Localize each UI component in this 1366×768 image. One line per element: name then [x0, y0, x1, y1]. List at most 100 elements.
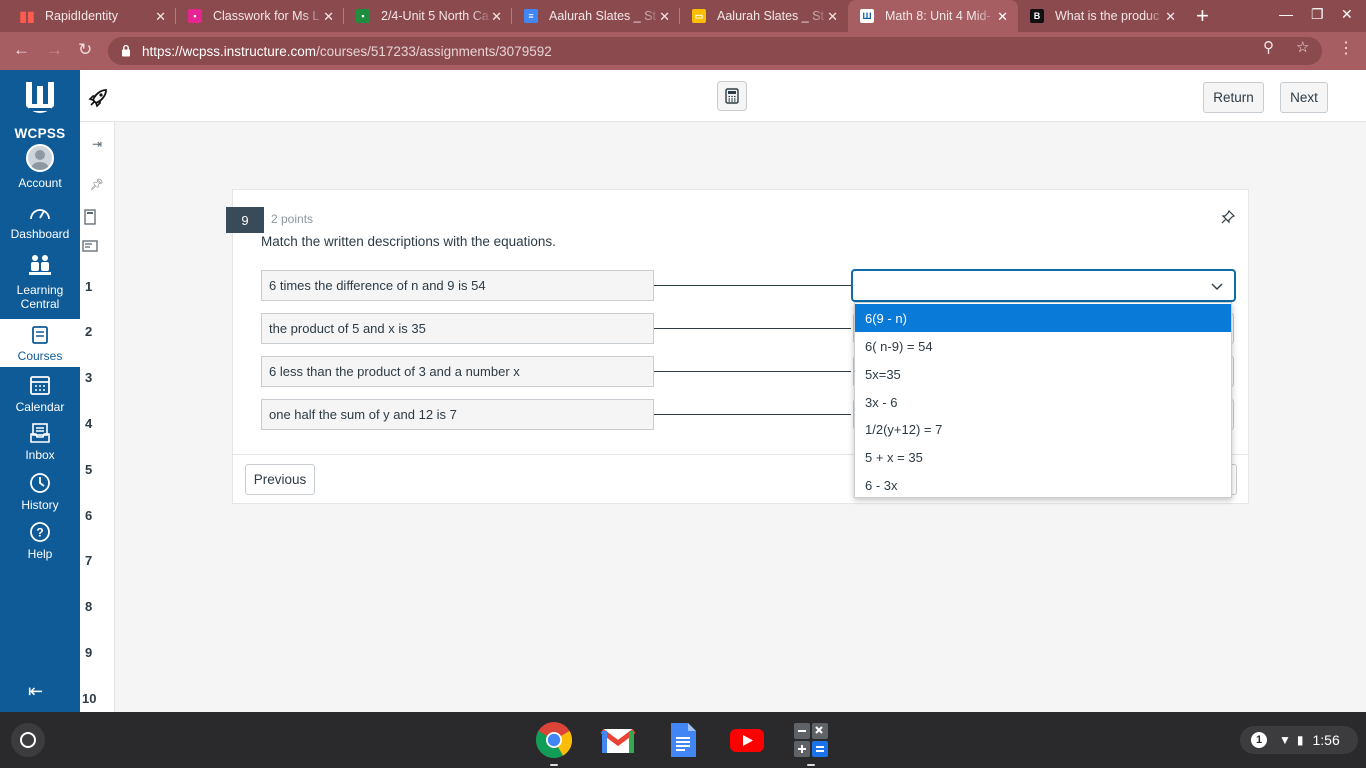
docs-favicon-icon: ≡	[524, 9, 538, 23]
question-nav-item[interactable]: 7	[85, 553, 92, 568]
browser-tab[interactable]: ▮▮ RapidIdentity ✕	[0, 0, 176, 32]
close-tab-icon[interactable]: ✕	[1165, 9, 1176, 25]
match-connector-line	[654, 371, 851, 372]
dropdown-option[interactable]: 5x=35	[855, 360, 1231, 388]
battery-icon: ▮	[1296, 733, 1304, 747]
browser-tab[interactable]: ▪ 2/4-Unit 5 North Ca ✕	[344, 0, 512, 32]
browser-tab[interactable]: ▭ Aalurah Slates _ St ✕	[680, 0, 848, 32]
back-icon[interactable]: ←	[13, 40, 30, 60]
bookmark-star-icon[interactable]: ☆	[1296, 38, 1309, 56]
previous-button[interactable]: Previous	[245, 464, 315, 495]
dropdown-option[interactable]: 6( n-9) = 54	[855, 332, 1231, 360]
dropdown-option[interactable]: 1/2(y+12) = 7	[855, 415, 1231, 443]
match-description: 6 times the difference of n and 9 is 54	[261, 270, 654, 301]
status-tray[interactable]: 1 ▼ ▮ 1:56	[1240, 726, 1358, 754]
calendar-icon	[30, 376, 50, 395]
question-number-badge: 9	[226, 207, 264, 233]
minimize-icon[interactable]: —	[1279, 6, 1293, 22]
nav-item-learning-central[interactable]: Learning Central	[0, 253, 80, 317]
dropdown-option[interactable]: 3x - 6	[855, 388, 1231, 416]
canvas-favicon-icon: Ш	[860, 9, 874, 23]
docs-icon[interactable]	[664, 721, 702, 759]
match-description: the product of 5 and x is 35	[261, 313, 654, 344]
calculator-icon	[725, 88, 739, 104]
calculator-button[interactable]	[717, 81, 747, 111]
question-nav-item[interactable]: 6	[85, 508, 92, 523]
wcpss-logo[interactable]: WCPSS	[0, 78, 80, 141]
wcpss-logo-icon	[26, 82, 54, 113]
notification-count: 1	[1251, 732, 1267, 748]
question-nav-item[interactable]: 10	[82, 691, 96, 706]
browser-tab-active[interactable]: Ш Math 8: Unit 4 Mid- ✕	[848, 0, 1018, 32]
question-prompt: Match the written descriptions with the …	[261, 234, 556, 249]
nav-item-dashboard[interactable]: Dashboard	[0, 203, 80, 249]
slides-favicon-icon: ▭	[692, 9, 706, 23]
match-connector-line	[654, 414, 851, 415]
chrome-icon[interactable]	[535, 721, 573, 759]
nav-item-label: Learning Central	[16, 283, 64, 311]
nav-item-help[interactable]: ? Help	[0, 521, 80, 567]
question-nav-item[interactable]: 4	[85, 416, 92, 431]
dropdown-option[interactable]: 5 + x = 35	[855, 443, 1231, 471]
dropdown-option[interactable]: 6(9 - n)	[855, 304, 1231, 332]
browser-tab[interactable]: B What is the produc ✕	[1018, 0, 1186, 32]
forward-icon[interactable]: →	[46, 40, 63, 60]
browser-tab[interactable]: ≡ Aalurah Slates _ St ✕	[512, 0, 680, 32]
tab-title: What is the produc	[1055, 9, 1160, 23]
menu-icon[interactable]: ⋮	[1338, 38, 1354, 58]
nav-item-history[interactable]: History	[0, 472, 80, 518]
tab-title: 2/4-Unit 5 North Ca	[381, 9, 489, 23]
running-indicator	[550, 764, 558, 766]
return-button[interactable]: Return	[1203, 82, 1264, 113]
lock-icon	[122, 44, 130, 57]
close-window-icon[interactable]: ✕	[1341, 6, 1353, 23]
tab-title: Aalurah Slates _ St	[717, 9, 825, 23]
question-nav-item[interactable]: 9	[85, 645, 92, 660]
close-tab-icon[interactable]: ✕	[491, 9, 502, 25]
question-nav-item[interactable]: 8	[85, 599, 92, 614]
close-tab-icon[interactable]: ✕	[155, 9, 166, 25]
browser-tab-strip: ▮▮ RapidIdentity ✕ ▪ Classwork for Ms L …	[0, 0, 1366, 32]
nav-item-courses[interactable]: Courses	[0, 319, 80, 367]
logo-text: WCPSS	[14, 126, 66, 141]
expand-panel-icon[interactable]: ⇥	[80, 137, 114, 151]
nav-item-calendar[interactable]: Calendar	[0, 374, 80, 420]
close-tab-icon[interactable]: ✕	[997, 9, 1008, 25]
close-tab-icon[interactable]: ✕	[827, 9, 838, 25]
next-button[interactable]: Next	[1280, 82, 1328, 113]
reload-icon[interactable]: ↻	[78, 40, 92, 60]
inbox-icon	[30, 423, 50, 443]
tab-title: RapidIdentity	[45, 9, 118, 23]
calculator-tool-icon[interactable]	[83, 209, 97, 225]
dropdown-option[interactable]: 6 - 3x	[855, 471, 1231, 499]
answer-select-open[interactable]	[851, 269, 1236, 302]
browser-tab[interactable]: ▪ Classwork for Ms L ✕	[176, 0, 344, 32]
pin-icon[interactable]: 📌︎	[80, 178, 114, 191]
zoom-icon[interactable]: ⚲	[1263, 38, 1274, 56]
youtube-icon[interactable]	[728, 721, 766, 759]
restore-icon[interactable]: ❐	[1311, 6, 1324, 23]
close-tab-icon[interactable]: ✕	[323, 9, 334, 25]
calculator-icon[interactable]	[792, 721, 830, 759]
global-navigation: WCPSS Account Dashboard Learning Central…	[0, 70, 80, 712]
launcher-button[interactable]	[11, 723, 45, 757]
question-nav-item[interactable]: 3	[85, 370, 92, 385]
nav-item-label: Inbox	[25, 448, 55, 462]
new-tab-icon[interactable]: +	[1196, 3, 1209, 29]
nav-item-account[interactable]: Account	[0, 144, 80, 194]
question-nav-item[interactable]: 2	[85, 324, 92, 339]
quiz-content: 9 2 points Match the written description…	[115, 122, 1366, 712]
answer-dropdown-list: 6(9 - n) 6( n-9) = 54 5x=35 3x - 6 1/2(y…	[854, 302, 1232, 498]
history-icon	[30, 473, 50, 493]
clock: 1:56	[1312, 732, 1340, 748]
pin-question-icon[interactable]	[1221, 210, 1235, 224]
nav-item-inbox[interactable]: Inbox	[0, 422, 80, 468]
address-bar[interactable]: https://wcpss.instructure.com/courses/51…	[108, 37, 1322, 65]
question-nav-item[interactable]: 5	[85, 462, 92, 477]
question-nav-item[interactable]: 1	[85, 279, 92, 294]
reference-sheet-icon[interactable]	[82, 240, 98, 252]
gmail-icon[interactable]	[599, 721, 637, 759]
collapse-nav-icon[interactable]: ⇤	[28, 681, 43, 702]
learning-central-icon	[29, 255, 51, 275]
close-tab-icon[interactable]: ✕	[659, 9, 670, 25]
